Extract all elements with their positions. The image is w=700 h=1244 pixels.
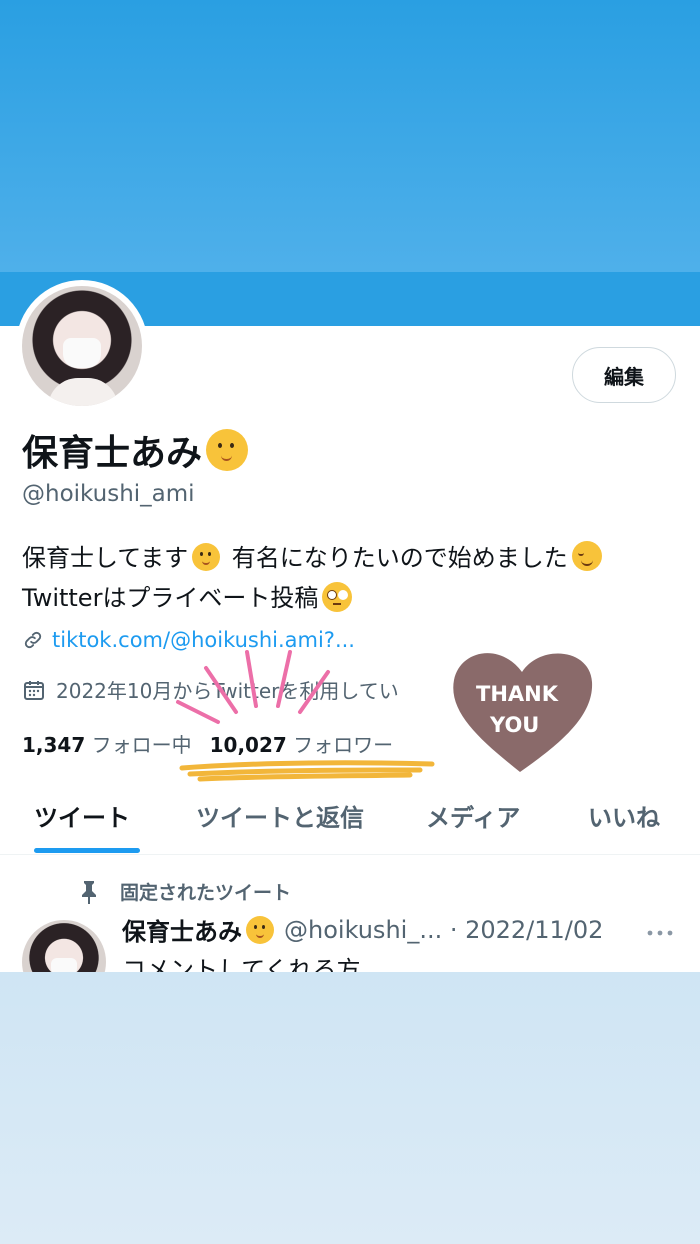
profile-avatar-frame[interactable] bbox=[16, 280, 148, 412]
profile-link[interactable]: tiktok.com/@hoikushi.ami?... bbox=[22, 628, 355, 652]
bio-line-1b: 有名になりたいので始めました bbox=[224, 544, 568, 572]
following-count: 1,347 bbox=[22, 733, 86, 757]
tweet-meta: @hoikushi_... · 2022/11/02 bbox=[284, 915, 604, 944]
tweet-author-name[interactable]: 保育士あみ bbox=[122, 912, 242, 947]
profile-link-text[interactable]: tiktok.com/@hoikushi.ami?... bbox=[52, 628, 355, 652]
story-background-bottom bbox=[0, 972, 700, 1244]
bio-line-1: 保育士してます 有名になりたいので始めました bbox=[22, 538, 602, 578]
profile-name: 保育士あみ bbox=[22, 424, 249, 476]
baby-emoji-icon bbox=[192, 543, 221, 571]
avatar-shirt bbox=[48, 378, 118, 406]
profile-name-text: 保育士あみ bbox=[22, 433, 203, 474]
tab-tweets-replies[interactable]: ツイートと返信 bbox=[196, 798, 364, 833]
profile-handle: @hoikushi_ami bbox=[22, 481, 195, 507]
baby-emoji-icon bbox=[206, 429, 249, 471]
tab-tweets[interactable]: ツイート bbox=[34, 798, 130, 833]
tab-likes[interactable]: いいね bbox=[588, 798, 660, 833]
profile-tabs: ツイート ツイートと返信 メディア いいね bbox=[0, 772, 700, 855]
baby-emoji-icon bbox=[246, 915, 274, 944]
pin-icon bbox=[82, 880, 96, 904]
avatar-face-mask bbox=[63, 338, 101, 368]
avatar[interactable] bbox=[22, 286, 142, 406]
bio-line-2: Twitterはプライベート投稿 bbox=[22, 578, 602, 618]
followers-link[interactable]: 10,027 フォロワー bbox=[210, 733, 394, 757]
following-link[interactable]: 1,347 フォロー中 bbox=[22, 733, 192, 757]
joined-date: 2022年10月からTwitterを利用してい bbox=[22, 675, 399, 704]
following-label: フォロー中 bbox=[91, 733, 192, 757]
calendar-icon bbox=[24, 680, 44, 700]
smiling-emoji-icon bbox=[571, 541, 602, 571]
edit-profile-button[interactable]: 編集 bbox=[572, 347, 676, 403]
tab-media[interactable]: メディア bbox=[426, 798, 520, 833]
joined-date-text: 2022年10月からTwitterを利用してい bbox=[56, 679, 399, 703]
profile-bio: 保育士してます 有名になりたいので始めました Twitterはプライベート投稿 bbox=[22, 538, 602, 618]
follow-counts: 1,347 フォロー中 10,027 フォロワー bbox=[22, 729, 393, 758]
bio-line-1a: 保育士してます bbox=[22, 544, 189, 572]
link-icon bbox=[24, 631, 42, 649]
eye-roll-emoji-icon bbox=[322, 582, 353, 612]
bio-line-2-text: Twitterはプライベート投稿 bbox=[22, 584, 319, 612]
more-icon[interactable] bbox=[646, 930, 674, 936]
pinned-label-text: 固定されたツイート bbox=[120, 882, 292, 904]
pinned-tweet-label: 固定されたツイート bbox=[78, 878, 291, 905]
active-tab-indicator bbox=[34, 848, 140, 853]
followers-count: 10,027 bbox=[209, 733, 287, 757]
tweet-header: 保育士あみ @hoikushi_... · 2022/11/02 bbox=[122, 912, 603, 947]
followers-label: フォロワー bbox=[293, 733, 394, 757]
